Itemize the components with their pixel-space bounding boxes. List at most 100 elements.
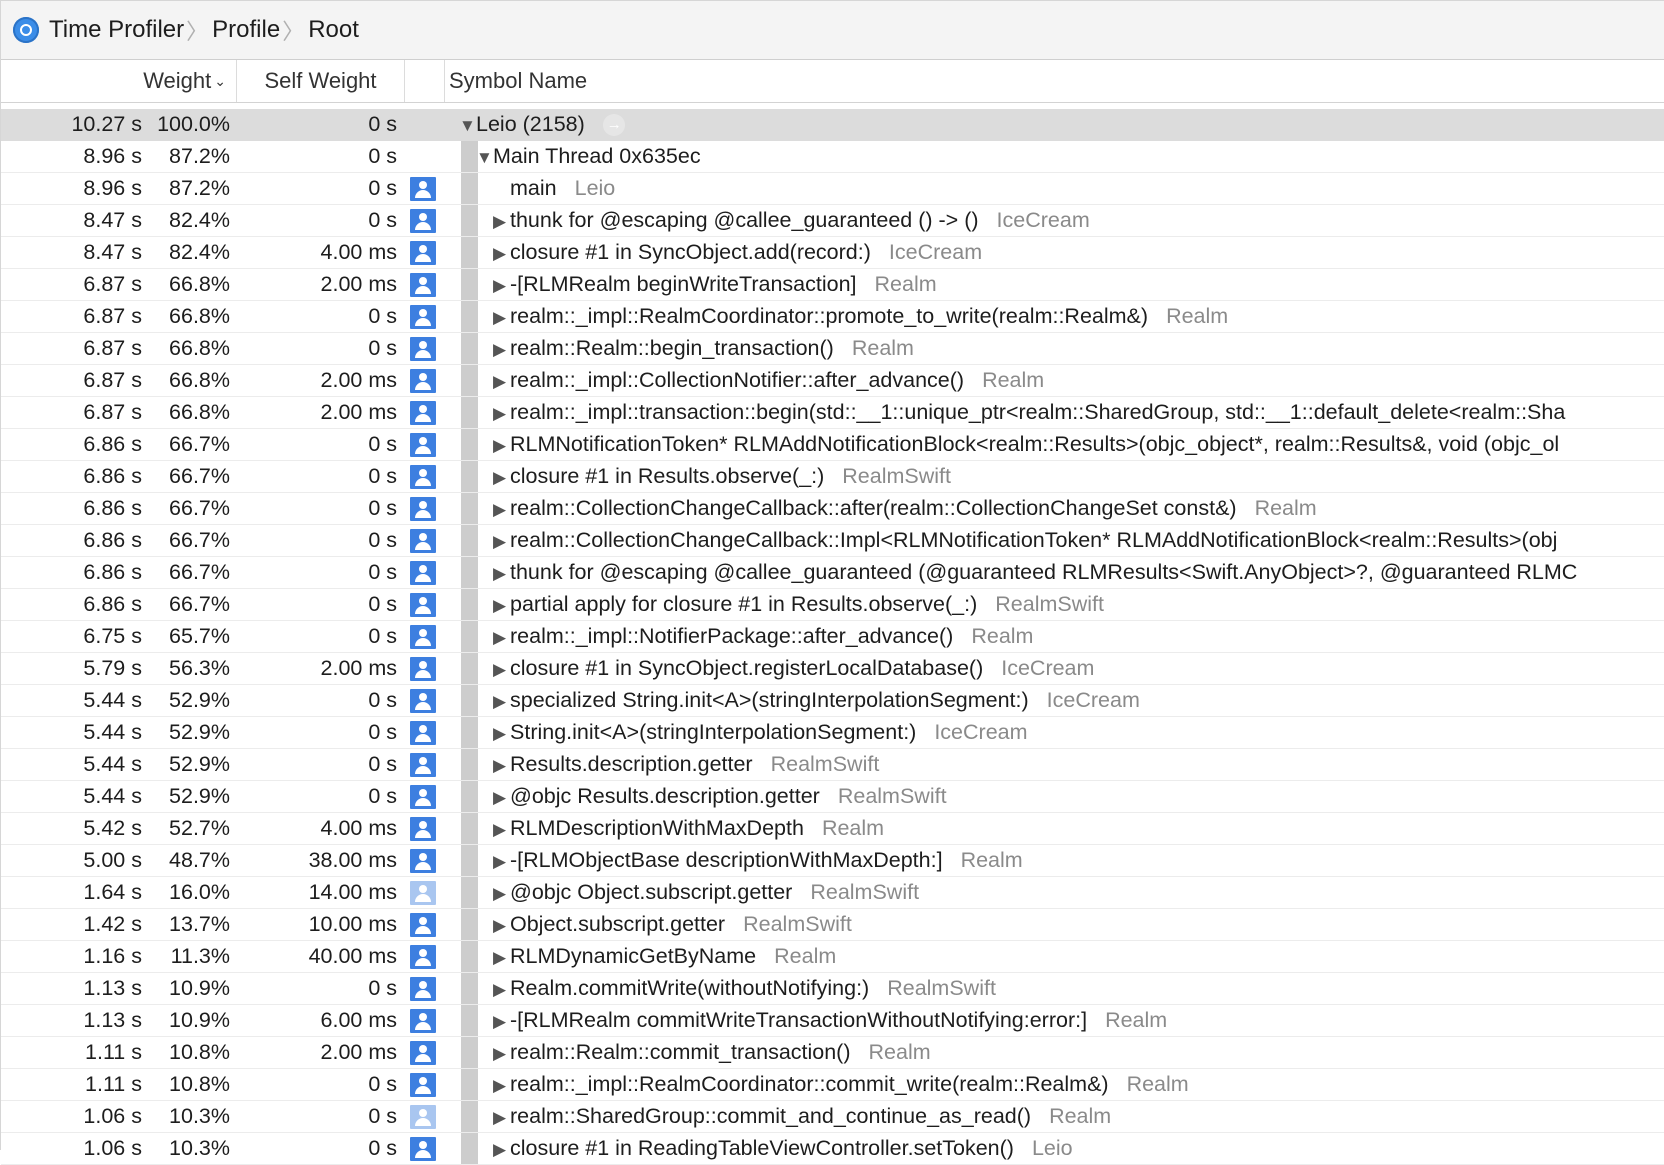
weight-value: 6.86 s [83, 432, 142, 456]
library-name: Realm [1254, 496, 1317, 520]
table-row[interactable]: 5.79 s 56.3% 2.00 ms ▶ closure #1 in SyncObj… [1, 653, 1664, 685]
table-row[interactable]: 1.64 s 16.0% 14.00 ms ▶ @objc Object.subscri… [1, 877, 1664, 909]
user-code-icon [410, 881, 436, 905]
disclosure-collapsed-icon[interactable]: ▶ [493, 1006, 510, 1036]
table-row[interactable]: 5.44 s 52.9% 0 s ▶ Results.description.gette… [1, 749, 1664, 781]
table-row[interactable]: 6.87 s 66.8% 0 s ▶ realm::Realm::begin_trans… [1, 333, 1664, 365]
table-row[interactable]: 5.44 s 52.9% 0 s ▶ String.init<A>(stringInte… [1, 717, 1664, 749]
symbol-cell: ▶ closure #1 in SyncObject.add(record:) Ic… [459, 237, 1664, 268]
time-profiler-icon [13, 17, 39, 43]
symbol-name: realm::SharedGroup::commit_and_continue_… [510, 1104, 1032, 1128]
self-weight-value: 38.00 ms [308, 848, 397, 872]
disclosure-collapsed-icon[interactable]: ▶ [493, 462, 510, 492]
disclosure-collapsed-icon[interactable]: ▶ [493, 206, 510, 236]
table-row[interactable]: 10.27 s 100.0% 0 s ▼Leio (2158) [1, 109, 1664, 141]
table-row[interactable]: 5.42 s 52.7% 4.00 ms ▶ RLMDescriptionWithMax… [1, 813, 1664, 845]
table-row[interactable]: 1.11 s 10.8% 0 s ▶ realm::_impl::RealmCoordi… [1, 1069, 1664, 1101]
symbol-name: RLMDescriptionWithMaxDepth [510, 816, 804, 840]
call-tree-outline[interactable]: 10.27 s100.0%0 s▼Leio (2158)8.96 s87.2%0… [1, 109, 1664, 1165]
column-header-icon[interactable] [405, 60, 445, 102]
table-row[interactable]: 8.96 s 87.2% 0 s main Leio [1, 173, 1664, 205]
table-row[interactable]: 6.86 s 66.7% 0 s ▶ RLMNotificationToken* RLM… [1, 429, 1664, 461]
focus-arrow-icon[interactable] [602, 109, 625, 140]
user-code-icon [410, 1073, 436, 1097]
disclosure-collapsed-icon[interactable]: ▶ [493, 558, 510, 588]
column-header-symbol-name-label: Symbol Name [449, 68, 588, 93]
table-row[interactable]: 5.44 s 52.9% 0 s ▶ @objc Results.description… [1, 781, 1664, 813]
breadcrumb: Time Profiler 〉 Profile 〉 Root [1, 0, 1664, 60]
user-code-icon [410, 401, 436, 425]
user-code-icon [410, 1105, 436, 1129]
disclosure-collapsed-icon[interactable]: ▶ [493, 366, 510, 396]
disclosure-collapsed-icon[interactable]: ▶ [493, 270, 510, 300]
table-row[interactable]: 6.86 s 66.7% 0 s ▶ closure #1 in Results.obs… [1, 461, 1664, 493]
symbol-name: closure #1 in ReadingTableViewController… [510, 1136, 1014, 1160]
column-header-weight[interactable]: Weight ⌄ [1, 60, 237, 102]
disclosure-collapsed-icon[interactable]: ▶ [493, 1038, 510, 1068]
column-header: Weight ⌄ Self Weight Symbol Name [1, 60, 1664, 103]
disclosure-collapsed-icon[interactable]: ▶ [493, 654, 510, 684]
symbol-cell: ▼Main Thread 0x635ec [459, 141, 1664, 172]
symbol-cell: ▶ realm::_impl::NotifierPackage::after_ad… [459, 621, 1664, 652]
disclosure-collapsed-icon[interactable]: ▶ [493, 718, 510, 748]
disclosure-collapsed-icon[interactable]: ▶ [493, 942, 510, 972]
weight-value: 6.87 s [83, 368, 142, 392]
table-row[interactable]: 8.47 s 82.4% 4.00 ms ▶ closure #1 in SyncObj… [1, 237, 1664, 269]
disclosure-collapsed-icon[interactable]: ▶ [493, 910, 510, 940]
disclosure-collapsed-icon[interactable]: ▶ [493, 878, 510, 908]
table-row[interactable]: 6.87 s 66.8% 2.00 ms ▶ -[RLMRealm beginWrite… [1, 269, 1664, 301]
disclosure-collapsed-icon[interactable]: ▶ [493, 1070, 510, 1100]
breadcrumb-item-time-profiler[interactable]: Time Profiler [49, 16, 184, 44]
column-header-symbol-name[interactable]: Symbol Name [449, 60, 1649, 102]
table-row[interactable]: 8.47 s 82.4% 0 s ▶ thunk for @escaping @call… [1, 205, 1664, 237]
column-header-self-weight[interactable]: Self Weight [237, 60, 405, 102]
disclosure-expanded-icon[interactable]: ▼ [476, 142, 493, 172]
column-header-self-weight-label: Self Weight [264, 68, 377, 93]
disclosure-collapsed-icon[interactable]: ▶ [493, 302, 510, 332]
disclosure-expanded-icon[interactable]: ▼ [459, 110, 476, 140]
table-row[interactable]: 6.86 s 66.7% 0 s ▶ thunk for @escaping @call… [1, 557, 1664, 589]
table-row[interactable]: 1.13 s 10.9% 6.00 ms ▶ -[RLMRealm commitWrit… [1, 1005, 1664, 1037]
weight-percent: 66.7% [169, 560, 230, 584]
disclosure-collapsed-icon[interactable]: ▶ [493, 814, 510, 844]
table-row[interactable]: 1.42 s 13.7% 10.00 ms ▶ Object.subscript.get… [1, 909, 1664, 941]
disclosure-collapsed-icon[interactable]: ▶ [493, 686, 510, 716]
weight-percent: 48.7% [169, 848, 230, 872]
user-code-icon [410, 593, 436, 617]
breadcrumb-item-root[interactable]: Root [308, 16, 359, 44]
disclosure-collapsed-icon[interactable]: ▶ [493, 782, 510, 812]
table-row[interactable]: 1.13 s 10.9% 0 s ▶ Realm.commitWrite(without… [1, 973, 1664, 1005]
disclosure-collapsed-icon[interactable]: ▶ [493, 1102, 510, 1132]
table-row[interactable]: 8.96 s 87.2% 0 s ▼Main Thread 0x635ec [1, 141, 1664, 173]
disclosure-collapsed-icon[interactable]: ▶ [493, 398, 510, 428]
table-row[interactable]: 6.86 s 66.7% 0 s ▶ realm::CollectionChangeCa… [1, 525, 1664, 557]
table-row[interactable]: 6.87 s 66.8% 2.00 ms ▶ realm::_impl::Collect… [1, 365, 1664, 397]
disclosure-collapsed-icon[interactable]: ▶ [493, 750, 510, 780]
table-row[interactable]: 1.06 s 10.3% 0 s ▶ realm::SharedGroup::commi… [1, 1101, 1664, 1133]
table-row[interactable]: 6.87 s 66.8% 2.00 ms ▶ realm::_impl::transac… [1, 397, 1664, 429]
disclosure-collapsed-icon[interactable]: ▶ [493, 622, 510, 652]
disclosure-collapsed-icon[interactable]: ▶ [493, 846, 510, 876]
disclosure-collapsed-icon[interactable]: ▶ [493, 526, 510, 556]
disclosure-collapsed-icon[interactable]: ▶ [493, 974, 510, 1004]
symbol-name: main [510, 176, 557, 200]
table-row[interactable]: 6.87 s 66.8% 0 s ▶ realm::_impl::RealmCoordi… [1, 301, 1664, 333]
symbol-cell: ▶ specialized String.init<A>(stringInterp… [459, 685, 1664, 716]
table-row[interactable]: 6.75 s 65.7% 0 s ▶ realm::_impl::NotifierPac… [1, 621, 1664, 653]
disclosure-collapsed-icon[interactable]: ▶ [493, 494, 510, 524]
weight-percent: 52.9% [169, 688, 230, 712]
disclosure-collapsed-icon[interactable]: ▶ [493, 238, 510, 268]
breadcrumb-item-profile[interactable]: Profile [212, 16, 280, 44]
disclosure-collapsed-icon[interactable]: ▶ [493, 430, 510, 460]
table-row[interactable]: 1.11 s 10.8% 2.00 ms ▶ realm::Realm::commit_… [1, 1037, 1664, 1069]
table-row[interactable]: 6.86 s 66.7% 0 s ▶ realm::CollectionChangeCa… [1, 493, 1664, 525]
table-row[interactable]: 1.16 s 11.3% 40.00 ms ▶ RLMDynamicGetByName R… [1, 941, 1664, 973]
library-name: RealmSwift [770, 752, 880, 776]
table-row[interactable]: 5.00 s 48.7% 38.00 ms ▶ -[RLMObjectBase desc… [1, 845, 1664, 877]
disclosure-collapsed-icon[interactable]: ▶ [493, 1134, 510, 1164]
disclosure-collapsed-icon[interactable]: ▶ [493, 590, 510, 620]
table-row[interactable]: 1.06 s 10.3% 0 s ▶ closure #1 in ReadingTabl… [1, 1133, 1664, 1165]
table-row[interactable]: 6.86 s 66.7% 0 s ▶ partial apply for closure… [1, 589, 1664, 621]
table-row[interactable]: 5.44 s 52.9% 0 s ▶ specialized String.init<A… [1, 685, 1664, 717]
disclosure-collapsed-icon[interactable]: ▶ [493, 334, 510, 364]
